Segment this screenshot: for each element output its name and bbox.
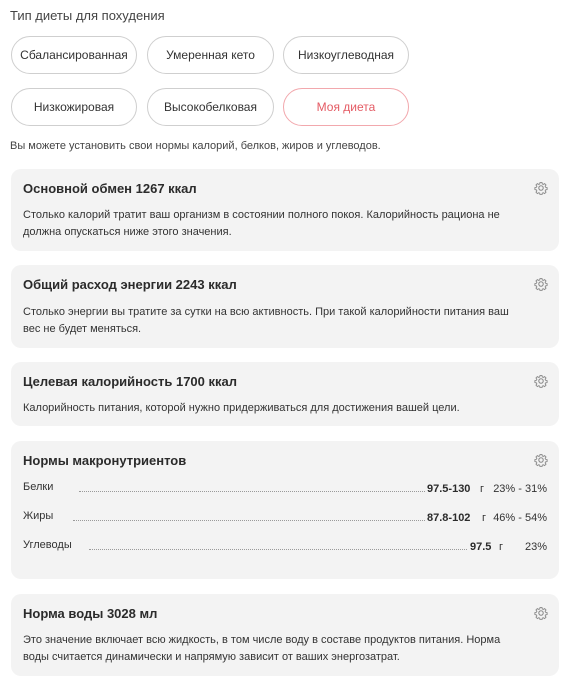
diet-chip-my-diet[interactable]: Моя диета (283, 88, 409, 126)
macro-unit: г (480, 483, 485, 495)
tdee-description-line1: Столько энергии вы тратите за сутки на в… (23, 306, 509, 318)
macro-name: Углеводы (23, 539, 72, 551)
macro-name: Белки (23, 481, 54, 493)
macro-leader-line (79, 491, 425, 492)
target-calories-card: Целевая калорийность 1700 ккал Калорийно… (11, 362, 559, 426)
tdee-title: Общий расход энергии 2243 ккал (23, 277, 237, 292)
macros-title: Нормы макронутриентов (23, 453, 187, 468)
custom-norms-hint: Вы можете установить свои нормы калорий,… (10, 140, 381, 152)
macro-amount: 97.5 (470, 541, 492, 553)
target-calories-description: Калорийность питания, которой нужно прид… (23, 402, 460, 414)
gear-icon[interactable] (534, 606, 548, 620)
tdee-card: Общий расход энергии 2243 ккал Столько э… (11, 265, 559, 348)
water-description-line1: Это значение включает всю жидкость, в то… (23, 634, 501, 646)
macro-row-fat: Жиры 87.8-102 г 46% - 54% (23, 510, 547, 530)
target-calories-title: Целевая калорийность 1700 ккал (23, 374, 237, 389)
macro-percent: 46% - 54% (493, 512, 547, 524)
bmr-card: Основной обмен 1267 ккал Столько калорий… (11, 169, 559, 251)
macro-leader-line (73, 520, 425, 521)
gear-icon[interactable] (534, 374, 548, 388)
water-description-line2: воды считается динамически и напрямую за… (23, 651, 400, 663)
tdee-description-line2: вес не будет меняться. (23, 323, 142, 335)
gear-icon[interactable] (534, 453, 548, 467)
diet-chip-balanced[interactable]: Сбалансированная (11, 36, 137, 74)
macros-card: Нормы макронутриентов Белки 97.5-130 г 2… (11, 441, 559, 579)
gear-icon[interactable] (534, 181, 548, 195)
diet-chip-high-protein[interactable]: Высокобелковая (147, 88, 274, 126)
bmr-description-line1: Столько калорий тратит ваш организм в со… (23, 209, 500, 221)
water-card: Норма воды 3028 мл Это значение включает… (11, 594, 559, 676)
bmr-description-line2: должна опускаться ниже этого значения. (23, 226, 232, 238)
bmr-title: Основной обмен 1267 ккал (23, 181, 197, 196)
macro-unit: г (482, 512, 487, 524)
macro-name: Жиры (23, 510, 54, 522)
water-title: Норма воды 3028 мл (23, 606, 158, 621)
macro-percent: 23% - 31% (493, 483, 547, 495)
macro-percent: 23% (524, 541, 547, 553)
macro-amount: 97.5-130 (427, 483, 471, 495)
gear-icon[interactable] (534, 277, 548, 291)
macro-row-carbs: Углеводы 97.5 г 23% (23, 539, 547, 559)
diet-chip-low-fat[interactable]: Низкожировая (11, 88, 137, 126)
diet-chip-low-carb[interactable]: Низкоуглеводная (283, 36, 409, 74)
macro-leader-line (89, 549, 467, 550)
macro-amount: 87.8-102 (427, 512, 471, 524)
macro-unit: г (499, 541, 504, 553)
section-title: Тип диеты для похудения (10, 8, 165, 23)
macro-row-protein: Белки 97.5-130 г 23% - 31% (23, 481, 547, 501)
diet-chip-moderate-keto[interactable]: Умеренная кето (147, 36, 274, 74)
